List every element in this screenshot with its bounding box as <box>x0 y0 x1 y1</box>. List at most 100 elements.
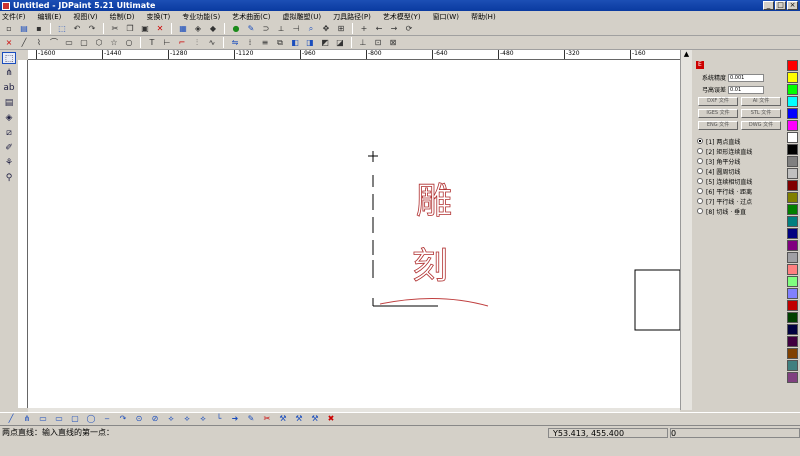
open-file-icon[interactable]: ▤ <box>18 23 30 34</box>
bottom-node-icon[interactable]: ⋔ <box>21 414 33 424</box>
color-swatch[interactable] <box>787 312 798 323</box>
minimize-icon[interactable]: _ <box>763 1 774 10</box>
arrow-left-icon[interactable]: ← <box>373 23 385 34</box>
color-swatch[interactable] <box>787 120 798 131</box>
shield-icon[interactable]: ◆ <box>207 23 219 34</box>
save-icon[interactable]: ▪ <box>33 23 45 34</box>
bottom-rect-icon[interactable]: ▭ <box>37 414 49 424</box>
radio-button[interactable] <box>697 208 703 214</box>
color-swatch[interactable] <box>787 192 798 203</box>
extend-icon[interactable]: ⊣ <box>290 23 302 34</box>
radio-button[interactable] <box>697 168 703 174</box>
rounded-rect-icon[interactable]: ▢ <box>78 37 90 48</box>
text-edit-icon[interactable]: ab <box>2 82 16 94</box>
color-swatch[interactable] <box>787 96 798 107</box>
bottom-ellipse-icon[interactable]: ◯ <box>85 414 97 424</box>
panel-button[interactable]: ENG 文件 <box>698 121 738 130</box>
radio-button[interactable] <box>697 158 703 164</box>
line-option[interactable]: [8] 切线 · 垂直 <box>697 206 786 216</box>
vertical-scrollbar[interactable]: ▲ <box>680 50 692 410</box>
radio-button[interactable] <box>697 198 703 204</box>
view-top-icon[interactable]: ◨ <box>304 37 316 48</box>
menu-item[interactable]: 视图(V) <box>73 12 97 22</box>
group-icon[interactable]: ⧉ <box>274 37 286 48</box>
layer-icon[interactable]: ◈ <box>192 23 204 34</box>
panel-button[interactable]: IGES 文件 <box>698 109 738 118</box>
polyline-icon[interactable]: ⌇ <box>33 37 45 48</box>
pen-icon[interactable]: ✎ <box>245 23 257 34</box>
bottom-round-icon[interactable]: ▢ <box>69 414 81 424</box>
color-swatch[interactable] <box>787 168 798 179</box>
radio-button[interactable] <box>697 138 703 144</box>
color-swatch[interactable] <box>787 300 798 311</box>
color-swatch[interactable] <box>787 240 798 251</box>
bottom-rect2-icon[interactable]: ▭ <box>53 414 65 424</box>
color-swatch[interactable] <box>787 372 798 383</box>
bottom-erase-icon[interactable]: ✂ <box>261 414 273 424</box>
color-swatch[interactable] <box>787 204 798 215</box>
align-icon[interactable]: ≡ <box>259 37 271 48</box>
bottom-chain2-icon[interactable]: ⟡ <box>181 414 193 424</box>
view-3d-icon[interactable]: ◩ <box>319 37 331 48</box>
menu-item[interactable]: 艺术模型(Y) <box>383 12 421 22</box>
select-tool-icon[interactable]: ⬚ <box>2 52 16 64</box>
bottom-line-icon[interactable]: ╱ <box>5 414 17 424</box>
curve-icon[interactable]: ∿ <box>206 37 218 48</box>
arc-icon[interactable]: ⌒ <box>48 37 60 48</box>
panel-field-input[interactable]: 0.001 <box>728 73 765 82</box>
menu-item[interactable]: 帮助(H) <box>471 12 496 22</box>
menu-item[interactable]: 虚拟雕塑(U) <box>283 12 322 22</box>
magnet-icon[interactable]: ⊃ <box>260 23 272 34</box>
star-icon[interactable]: ☆ <box>108 37 120 48</box>
bottom-tool2-icon[interactable]: ⚒ <box>293 414 305 424</box>
undo-icon[interactable]: ↶ <box>71 23 83 34</box>
line-option[interactable]: [5] 连续相切直线 <box>697 176 786 186</box>
menu-item[interactable]: 变换(T) <box>147 12 171 22</box>
line-option[interactable]: [2] 矩形连续直线 <box>697 146 786 156</box>
panel-button[interactable]: STL 文件 <box>741 109 781 118</box>
new-file-icon[interactable]: ▫ <box>3 23 15 34</box>
rectangle-icon[interactable]: ▭ <box>63 37 75 48</box>
radio-button[interactable] <box>697 178 703 184</box>
color-swatch[interactable] <box>787 156 798 167</box>
redo-icon[interactable]: ↷ <box>86 23 98 34</box>
offset-icon[interactable]: ⫶ <box>191 37 203 48</box>
zoom-all-icon[interactable]: ⊞ <box>335 23 347 34</box>
panel-button[interactable]: DXF 文件 <box>698 97 738 106</box>
color-swatch[interactable] <box>787 360 798 371</box>
color-swatch[interactable] <box>787 264 798 275</box>
engraving-text-bottom[interactable]: 刻 <box>412 246 449 288</box>
menu-item[interactable]: 窗口(W) <box>433 12 459 22</box>
color-swatch[interactable] <box>787 288 798 299</box>
circle-icon[interactable]: ○ <box>123 37 135 48</box>
color-swatch[interactable] <box>787 336 798 347</box>
trim-icon[interactable]: ⟂ <box>275 23 287 34</box>
copy-icon[interactable]: ❐ <box>124 23 136 34</box>
bottom-corner-icon[interactable]: └ <box>213 414 225 424</box>
color-swatch[interactable] <box>787 72 798 83</box>
bottom-chain1-icon[interactable]: ⟡ <box>165 414 177 424</box>
line-option[interactable]: [7] 平行线 · 过点 <box>697 196 786 206</box>
radio-button[interactable] <box>697 188 703 194</box>
color-swatch[interactable] <box>787 348 798 359</box>
view-front-icon[interactable]: ◧ <box>289 37 301 48</box>
bottom-cancel-icon[interactable]: ✖ <box>325 414 337 424</box>
node-edit-icon[interactable]: ● <box>230 23 242 34</box>
color-swatch[interactable] <box>787 252 798 263</box>
point-icon[interactable]: × <box>3 37 15 48</box>
color-swatch[interactable] <box>787 324 798 335</box>
polygon-icon[interactable]: ⬡ <box>93 37 105 48</box>
bottom-chain3-icon[interactable]: ⟡ <box>197 414 209 424</box>
line-option[interactable]: [4] 圆周切线 <box>697 166 786 176</box>
color-swatch[interactable] <box>787 108 798 119</box>
color-swatch[interactable] <box>787 180 798 191</box>
mirror-icon[interactable]: ⇋ <box>229 37 241 48</box>
menu-item[interactable]: 绘制(D) <box>110 12 135 22</box>
close-icon[interactable]: × <box>787 1 798 10</box>
corner-icon[interactable]: ⌐ <box>176 37 188 48</box>
sculpt-tool-icon[interactable]: ⚘ <box>2 157 16 169</box>
layer-tool-icon[interactable]: ▤ <box>2 97 16 109</box>
rotate-icon[interactable]: ⟳ <box>403 23 415 34</box>
color-swatch[interactable] <box>787 144 798 155</box>
zoom-window-icon[interactable]: ⌕ <box>305 23 317 34</box>
